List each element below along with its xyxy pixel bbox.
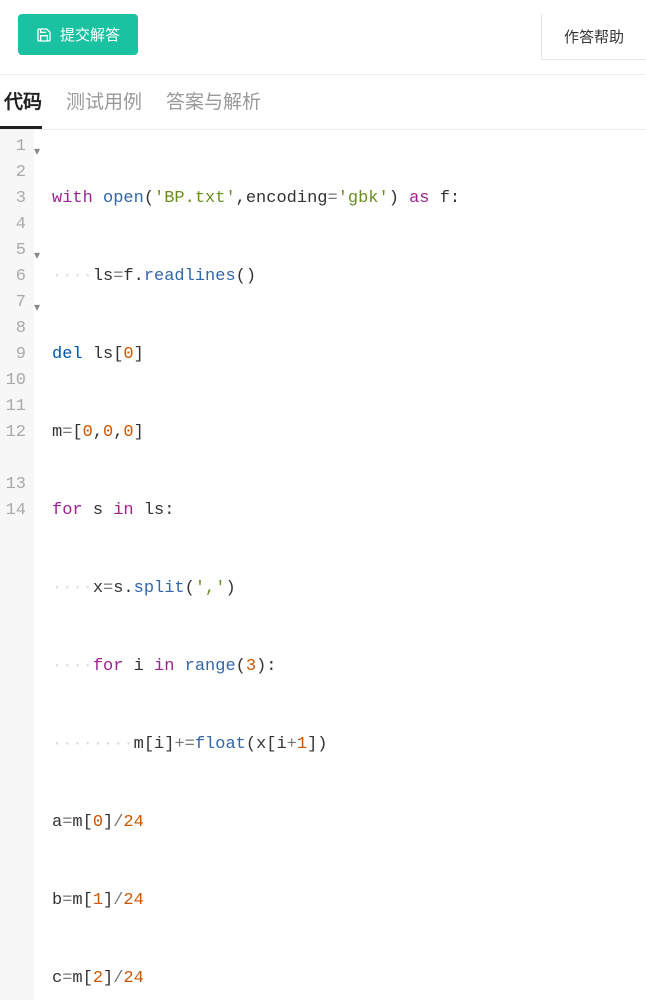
code-line: m=[0,0,0] (52, 420, 646, 446)
code-line: del ls[0] (52, 342, 646, 368)
tab-tests[interactable]: 测试用例 (66, 75, 142, 129)
code-line: with open('BP.txt',encoding='gbk') as f: (52, 186, 646, 212)
gutter: 1▾ 2 3 4 5▾ 6 7▾ 8 9 10 11 12 13 14 (0, 130, 34, 1000)
submit-label: 提交解答 (60, 24, 120, 45)
code-area[interactable]: with open('BP.txt',encoding='gbk') as f:… (34, 130, 646, 1000)
tab-answer[interactable]: 答案与解析 (166, 75, 261, 129)
code-editor[interactable]: 1▾ 2 3 4 5▾ 6 7▾ 8 9 10 11 12 13 14 with… (0, 130, 646, 1000)
code-line: ····ls=f.readlines() (52, 264, 646, 290)
code-line: c=m[2]/24 (52, 966, 646, 992)
help-button[interactable]: 作答帮助 (541, 14, 646, 60)
code-line: ····for i in range(3): (52, 654, 646, 680)
tab-code[interactable]: 代码 (0, 75, 42, 129)
code-line: ········m[i]+=float(x[i+1]) (52, 732, 646, 758)
tabs: 代码 测试用例 答案与解析 (0, 74, 646, 130)
help-label: 作答帮助 (564, 29, 624, 46)
code-line: ····x=s.split(',') (52, 576, 646, 602)
code-line: a=m[0]/24 (52, 810, 646, 836)
code-line: b=m[1]/24 (52, 888, 646, 914)
code-line: for s in ls: (52, 498, 646, 524)
header: 提交解答 作答帮助 (0, 0, 646, 74)
submit-button[interactable]: 提交解答 (18, 14, 138, 55)
save-icon (36, 27, 52, 43)
